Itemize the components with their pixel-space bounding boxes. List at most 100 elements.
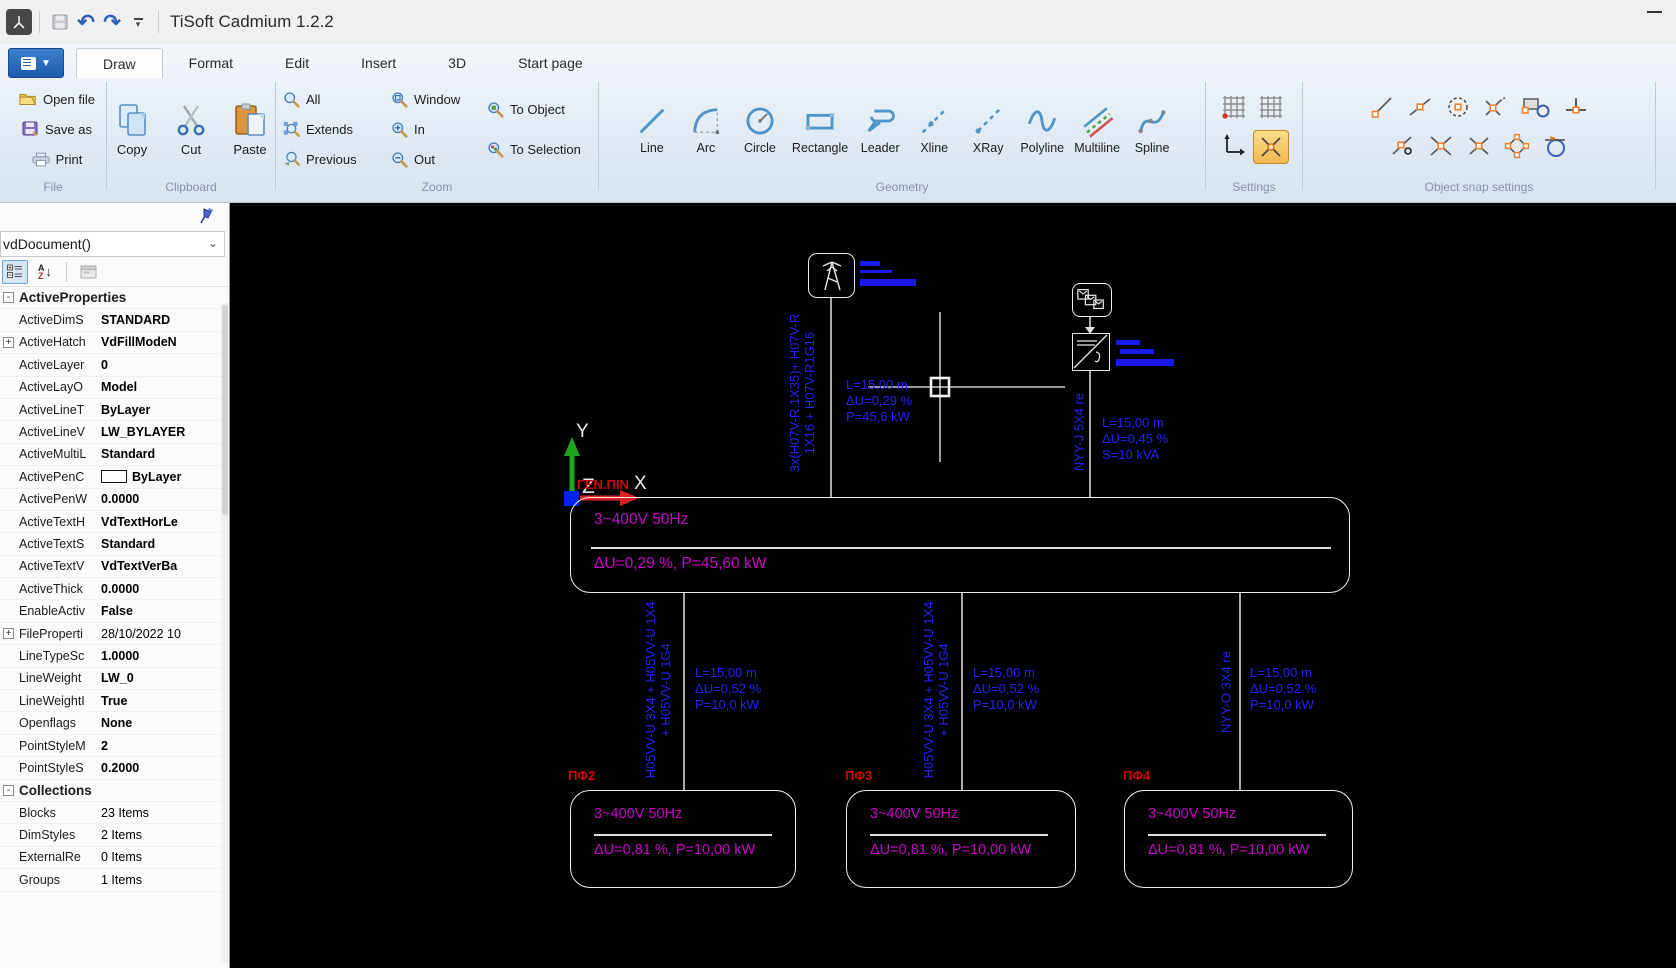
- genset-info-block: L=15,00 m ΔU=0,45 % S=10 kVA: [1102, 415, 1169, 462]
- title-bar: ↶ ↷ ▾ TiSoft Cadmium 1.2.2: [0, 0, 1676, 44]
- xline-tool-button[interactable]: Xline: [908, 102, 960, 157]
- cut-button[interactable]: Cut: [166, 98, 216, 161]
- polyline-tool-button[interactable]: Polyline: [1016, 102, 1068, 157]
- object-selector-dropdown[interactable]: vdDocument() ⌄: [0, 231, 225, 257]
- property-row[interactable]: ActiveLineV LW_BYLAYER: [0, 421, 229, 444]
- property-row[interactable]: ActiveThick 0.0000: [0, 578, 229, 601]
- property-row[interactable]: Groups 1 Items: [0, 869, 229, 892]
- grid-button[interactable]: [1257, 93, 1285, 126]
- zoom-window-button[interactable]: Window: [387, 87, 479, 111]
- generator-symbol[interactable]: [1072, 283, 1112, 317]
- save-button[interactable]: [47, 9, 73, 35]
- categorized-view-button[interactable]: [2, 259, 28, 284]
- main-distribution-panel[interactable]: 3~400V 50Hz ΔU=0,29 %, P=45,60 kW: [570, 497, 1350, 593]
- midpoint-snap-button[interactable]: [1407, 94, 1433, 125]
- copy-button[interactable]: Copy: [106, 98, 158, 161]
- property-row[interactable]: ActiveTextH VdTextHorLe: [0, 511, 229, 534]
- perpendicular-snap-button[interactable]: [1563, 94, 1589, 125]
- tab-draw[interactable]: Draw: [76, 48, 163, 78]
- property-row[interactable]: LineWeight LW_0: [0, 668, 229, 691]
- property-row[interactable]: Openflags None: [0, 712, 229, 735]
- sub-panel-3[interactable]: 3~400V 50Hz ΔU=0,81 %, P=10,00 kW: [1124, 790, 1353, 888]
- panel-divider-line: [1148, 834, 1326, 836]
- property-row[interactable]: + FileProperti 28/10/2022 10: [0, 623, 229, 646]
- center-snap-button[interactable]: [1445, 94, 1471, 125]
- sub-panel-2[interactable]: 3~400V 50Hz ΔU=0,81 %, P=10,00 kW: [846, 790, 1076, 888]
- property-row[interactable]: ExternalRe 0 Items: [0, 847, 229, 870]
- ribbon: ▼ Draw Format Edit Insert 3D Start page …: [0, 44, 1676, 203]
- zoom-in-button[interactable]: In: [387, 117, 479, 141]
- tab-format[interactable]: Format: [163, 48, 259, 78]
- property-row[interactable]: PointStyleS 0.2000: [0, 757, 229, 780]
- intersection-snap-button[interactable]: [1428, 133, 1454, 164]
- tab-insert[interactable]: Insert: [335, 48, 422, 78]
- property-row[interactable]: ActiveMultiL Standard: [0, 444, 229, 467]
- ucs-axis-button[interactable]: [1221, 132, 1247, 163]
- multiline-tool-button[interactable]: Multiline: [1070, 102, 1124, 157]
- zoom-extends-button[interactable]: Extends: [279, 117, 383, 141]
- xray-tool-button[interactable]: XRay: [962, 102, 1014, 157]
- property-row[interactable]: EnableActiv False: [0, 600, 229, 623]
- ribbon-group-clipboard: Copy Cut Paste Clipboard: [107, 78, 275, 202]
- app-menu-button[interactable]: ▼: [8, 48, 64, 78]
- quick-access-dropdown-button[interactable]: ▾: [125, 9, 151, 35]
- zoom-previous-button[interactable]: Previous: [279, 147, 383, 171]
- property-row[interactable]: + ActiveHatch VdFillModeN: [0, 332, 229, 355]
- property-group-row[interactable]: - Collections: [0, 780, 229, 802]
- feeder3-cable-label: NYY-O 3X4 re: [1218, 651, 1234, 733]
- property-row[interactable]: ActiveLineT ByLayer: [0, 399, 229, 422]
- tab-start-page[interactable]: Start page: [492, 48, 609, 78]
- line-tool-button[interactable]: Line: [626, 102, 678, 157]
- grid-origin-button[interactable]: [1220, 93, 1248, 126]
- property-row[interactable]: ActiveLayer 0: [0, 354, 229, 377]
- zoom-to-selection-button[interactable]: To Selection: [483, 137, 595, 161]
- alphabetical-sort-button[interactable]: AZ ↓: [32, 260, 58, 284]
- drawing-canvas[interactable]: 3x(H07V-R 1X35)+ H07V-R 1X16 + H07V-R1G1…: [230, 203, 1676, 968]
- energy-meter-symbol[interactable]: [1072, 333, 1110, 371]
- apparent-intersection-snap-button[interactable]: [1483, 94, 1509, 125]
- osnap-toggle-button[interactable]: [1253, 130, 1289, 164]
- property-row[interactable]: PointStyleM 2: [0, 735, 229, 758]
- paste-button[interactable]: Paste: [224, 98, 276, 161]
- pin-icon[interactable]: [199, 207, 215, 230]
- tab-3d[interactable]: 3D: [422, 48, 492, 78]
- categorized-icon: [7, 264, 22, 278]
- circle-tool-button[interactable]: Circle: [734, 102, 786, 157]
- property-group-row[interactable]: - ActiveProperties: [0, 287, 229, 310]
- tab-edit[interactable]: Edit: [259, 48, 335, 78]
- property-row[interactable]: DimStyles 2 Items: [0, 824, 229, 847]
- arc-tool-button[interactable]: Arc: [680, 102, 732, 157]
- leader-tool-button[interactable]: Leader: [854, 102, 906, 157]
- multiline-icon: [1083, 106, 1114, 138]
- property-row[interactable]: LineWeightI True: [0, 690, 229, 713]
- overhead-supply-symbol[interactable]: [808, 253, 855, 298]
- insert-snap-button[interactable]: [1521, 94, 1551, 125]
- property-row[interactable]: LineTypeSc 1.0000: [0, 645, 229, 668]
- property-row[interactable]: ActiveLayO Model: [0, 377, 229, 399]
- minimize-button[interactable]: [1646, 6, 1664, 20]
- property-row[interactable]: ActiveDimS STANDARD: [0, 309, 229, 332]
- zoom-all-button[interactable]: All: [279, 87, 383, 111]
- endpoint-snap-button[interactable]: [1369, 94, 1395, 125]
- property-pages-button[interactable]: [75, 260, 101, 284]
- redo-button[interactable]: ↷: [99, 9, 125, 35]
- open-file-button[interactable]: Open file: [15, 87, 99, 111]
- quadrant-snap-button[interactable]: [1504, 133, 1530, 164]
- zoom-out-button[interactable]: Out: [387, 147, 479, 171]
- zoom-to-object-button[interactable]: To Object: [483, 97, 595, 121]
- panel-scrollbar[interactable]: [221, 303, 229, 963]
- property-row[interactable]: ActivePenW 0.0000: [0, 489, 229, 511]
- property-row[interactable]: Blocks 23 Items: [0, 802, 229, 825]
- undo-button[interactable]: ↶: [73, 9, 99, 35]
- nearest-snap-button[interactable]: [1390, 133, 1416, 164]
- tangent-snap-button[interactable]: [1542, 133, 1568, 164]
- property-row-pen-color[interactable]: ActivePenC ByLayer: [0, 466, 229, 489]
- print-button[interactable]: Print: [28, 147, 87, 171]
- save-as-button[interactable]: Save as: [18, 117, 96, 141]
- property-row[interactable]: ActiveTextS Standard: [0, 533, 229, 556]
- spline-tool-button[interactable]: Spline: [1126, 102, 1178, 157]
- property-row[interactable]: ActiveTextV VdTextVerBa: [0, 556, 229, 579]
- extension-snap-button[interactable]: [1466, 133, 1492, 164]
- rectangle-tool-button[interactable]: Rectangle: [788, 102, 852, 157]
- sub-panel-1[interactable]: 3~400V 50Hz ΔU=0,81 %, P=10,00 kW: [570, 790, 796, 888]
